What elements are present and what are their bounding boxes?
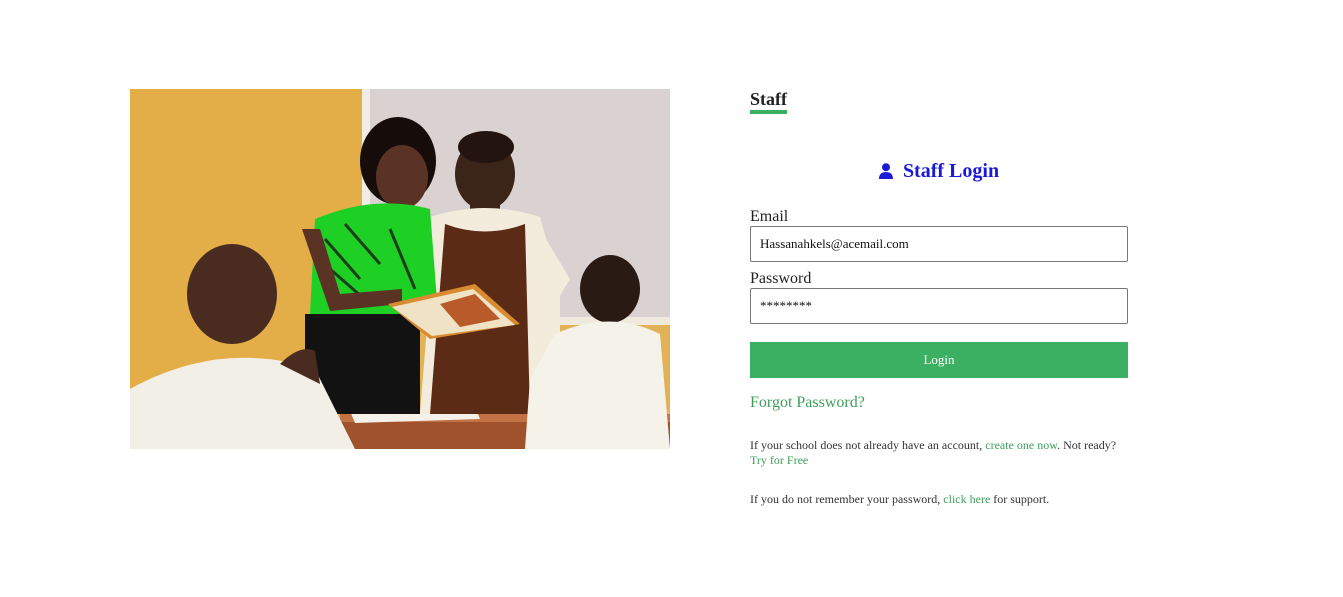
password-note: If you do not remember your password, cl… [750,492,1128,507]
password-note-prefix: If you do not remember your password, [750,492,944,506]
tab-staff[interactable]: Staff [750,89,787,114]
account-note-middle: . Not ready? [1057,438,1117,452]
password-input[interactable] [750,288,1128,324]
user-icon [878,160,893,186]
login-panel: Staff Staff Login Email Password Login F… [750,89,1128,507]
password-label: Password [750,270,812,287]
email-input[interactable] [750,226,1128,262]
login-heading-text: Staff Login [902,160,1000,182]
login-heading: Staff Login [750,158,1128,186]
hero-image [130,89,670,449]
account-note-prefix: If your school does not already have an … [750,438,986,452]
try-for-free-link[interactable]: Try for Free [750,453,808,467]
login-button[interactable]: Login [750,342,1128,378]
account-note: If your school does not already have an … [750,438,1128,468]
password-note-suffix: for support. [990,492,1050,506]
forgot-password-link[interactable]: Forgot Password? [750,394,865,412]
email-label: Email [750,208,789,225]
support-link[interactable]: click here [943,492,990,506]
create-account-link[interactable]: create one now [985,438,1057,452]
